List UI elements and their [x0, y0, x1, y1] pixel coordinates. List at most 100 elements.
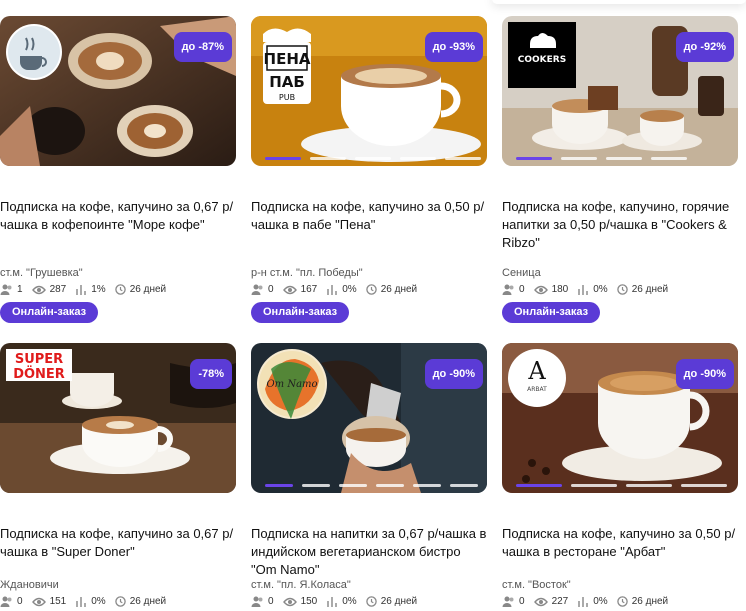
- carousel-dot[interactable]: [516, 484, 562, 487]
- carousel-dot[interactable]: [376, 484, 404, 487]
- online-order-button[interactable]: Онлайн-заказ: [502, 302, 601, 323]
- discount-badge: до -92%: [675, 32, 734, 62]
- offer-image[interactable]: A ARBAT до -90%: [502, 343, 738, 493]
- discount-badge: до -90%: [424, 359, 483, 389]
- views-count: 180: [551, 284, 569, 295]
- carousel-dot[interactable]: [681, 484, 727, 487]
- carousel-dot[interactable]: [413, 484, 441, 487]
- offer-stats: 0 151 0% 26 дней: [0, 596, 175, 607]
- pub-logo-text: ПЕНА: [264, 50, 311, 68]
- offer-location: р-н ст.м. "пл. Победы": [251, 267, 363, 279]
- carousel-dot[interactable]: [355, 157, 391, 160]
- days-left: 26 дней: [129, 284, 167, 295]
- carousel-dot[interactable]: [450, 484, 478, 487]
- clock-icon: [114, 596, 126, 607]
- offer-stats: 0 227 0% 26 дней: [502, 596, 677, 607]
- bar-chart-icon: [578, 285, 589, 295]
- carousel-dot[interactable]: [561, 157, 597, 160]
- restaurant-logo: A ARBAT: [508, 349, 566, 407]
- svg-text:PUB: PUB: [279, 93, 295, 102]
- discount-badge: до -90%: [675, 359, 734, 389]
- carousel-dot[interactable]: [310, 157, 346, 160]
- buyers-count: 0: [17, 596, 23, 607]
- buyers-count: 0: [268, 284, 274, 295]
- eye-icon: [533, 285, 548, 294]
- offer-title[interactable]: Подписка на кофе, капучино за 0,50 р/чаш…: [502, 525, 740, 561]
- offer-image[interactable]: Om Namo до -90%: [251, 343, 487, 493]
- svg-text:DÖNER: DÖNER: [13, 366, 65, 381]
- carousel-dot[interactable]: [651, 157, 687, 160]
- svg-text:ПАБ: ПАБ: [269, 73, 305, 91]
- days-left: 26 дней: [380, 284, 418, 295]
- offer-title[interactable]: Подписка на кофе, капучино за 0,50 р/чаш…: [251, 198, 489, 234]
- discount-badge: -78%: [190, 359, 232, 389]
- online-order-button[interactable]: Онлайн-заказ: [251, 302, 350, 323]
- offer-title[interactable]: Подписка на кофе, капучино, горячие напи…: [502, 198, 740, 252]
- users-icon: [251, 284, 263, 295]
- carousel-dot[interactable]: [265, 157, 301, 160]
- bistro-logo-text: Om Namo: [266, 379, 317, 390]
- carousel-dot[interactable]: [339, 484, 367, 487]
- offer-location: ст.м. "Восток": [502, 579, 571, 591]
- views-count: 287: [49, 284, 67, 295]
- header-edge: [492, 0, 746, 4]
- buyers-count: 1: [17, 284, 23, 295]
- clock-icon: [114, 284, 126, 295]
- offer-title[interactable]: Подписка на кофе, капучино за 0,67 р/чаш…: [0, 198, 238, 234]
- carousel-dot[interactable]: [445, 157, 481, 160]
- eye-icon: [31, 597, 46, 606]
- offer-title[interactable]: Подписка на напитки за 0,67 р/чашка в ин…: [251, 525, 489, 579]
- percent-value: 0%: [593, 284, 608, 295]
- days-left: 26 дней: [631, 596, 669, 607]
- offer-stats: 0 167 0% 26 дней: [251, 284, 426, 295]
- offer-location: ст.м. "пл. Я.Коласа": [251, 579, 351, 591]
- offer-image[interactable]: ПЕНА ПАБ PUB до -93%: [251, 16, 487, 166]
- bar-chart-icon: [327, 285, 338, 295]
- restaurant-logo-text: ARBAT: [527, 386, 547, 393]
- users-icon: [502, 284, 514, 295]
- clock-icon: [616, 596, 628, 607]
- bar-chart-icon: [327, 597, 338, 607]
- offer-location: Ждановичи: [0, 579, 59, 591]
- views-count: 151: [49, 596, 67, 607]
- days-left: 26 дней: [380, 596, 418, 607]
- bar-chart-icon: [76, 285, 87, 295]
- bistro-logo: Om Namo: [257, 349, 327, 419]
- users-icon: [502, 596, 514, 607]
- carousel-dot[interactable]: [626, 484, 672, 487]
- percent-value: 0%: [593, 596, 608, 607]
- offer-location: ст.м. "Грушевка": [0, 267, 83, 279]
- carousel-dot[interactable]: [400, 157, 436, 160]
- eye-icon: [282, 597, 297, 606]
- carousel-dot[interactable]: [265, 484, 293, 487]
- offer-image[interactable]: до -87%: [0, 16, 236, 166]
- offer-image[interactable]: SUPER DÖNER -78%: [0, 343, 236, 493]
- offer-title[interactable]: Подписка на кофе, капучино за 0,67 р/чаш…: [0, 525, 238, 561]
- views-count: 150: [300, 596, 318, 607]
- clock-icon: [616, 284, 628, 295]
- online-order-button[interactable]: Онлайн-заказ: [0, 302, 99, 323]
- views-count: 167: [300, 284, 318, 295]
- carousel-dots[interactable]: [516, 484, 727, 487]
- discount-badge: до -87%: [173, 32, 232, 62]
- carousel-dot[interactable]: [516, 157, 552, 160]
- carousel-dot[interactable]: [302, 484, 330, 487]
- carousel-dots[interactable]: [265, 484, 478, 487]
- carousel-dot[interactable]: [606, 157, 642, 160]
- users-icon: [0, 596, 12, 607]
- eye-icon: [533, 597, 548, 606]
- clock-icon: [365, 284, 377, 295]
- offer-stats: 0 150 0% 26 дней: [251, 596, 426, 607]
- percent-value: 1%: [91, 284, 106, 295]
- buyers-count: 0: [268, 596, 274, 607]
- discount-badge: до -93%: [424, 32, 483, 62]
- carousel-dot[interactable]: [571, 484, 617, 487]
- bar-chart-icon: [76, 597, 87, 607]
- pub-logo: ПЕНА ПАБ PUB: [259, 24, 315, 106]
- carousel-dots[interactable]: [265, 157, 481, 160]
- offer-image[interactable]: COOKERS до -92%: [502, 16, 738, 166]
- carousel-dots[interactable]: [516, 157, 687, 160]
- percent-value: 0%: [91, 596, 106, 607]
- brand-logo-text: SUPER: [15, 352, 63, 367]
- eye-icon: [282, 285, 297, 294]
